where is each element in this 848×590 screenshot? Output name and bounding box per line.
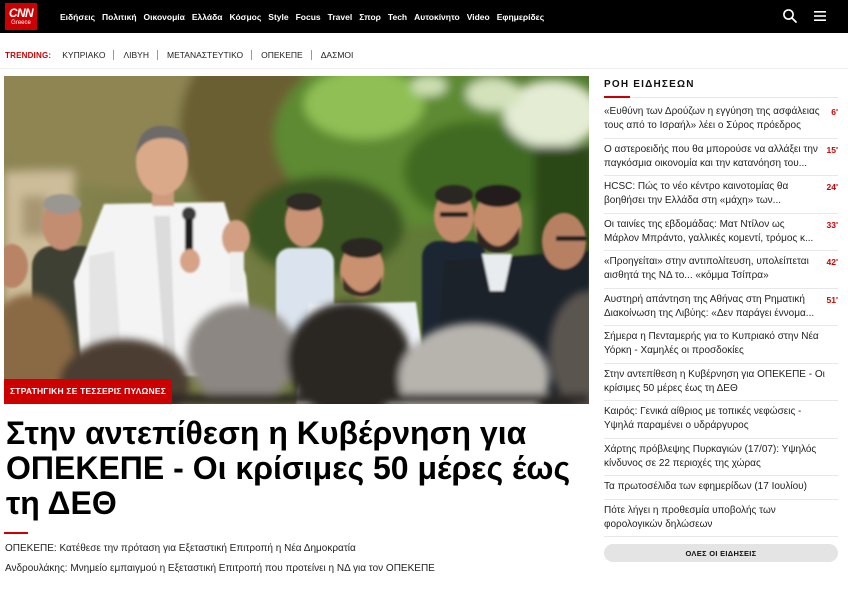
news-feed-item-title: Οι ταινίες της εβδομάδας: Ματ Ντίλον ως … xyxy=(604,218,814,244)
news-feed-item[interactable]: Χάρτης πρόβλεψης Πυρκαγιών (17/07): Υψηλ… xyxy=(604,439,838,476)
news-feed-item-title: Αυστηρή απάντηση της Αθήνας στη Ρηματική… xyxy=(604,293,815,319)
nav-item-video[interactable]: Video xyxy=(467,12,490,22)
menu-button[interactable] xyxy=(812,8,828,24)
headline-divider xyxy=(4,532,28,534)
all-news-button[interactable]: ΟΛΕΣ ΟΙ ΕΙΔΗΣΕΙΣ xyxy=(604,544,838,562)
news-feed-item-time: 24' xyxy=(826,182,838,192)
trending-label: TRENDING: xyxy=(5,50,52,60)
news-feed-item-title: «Προηγείται» στην αντιπολίτευση, υπολείπ… xyxy=(604,256,809,281)
related-articles: ΟΠΕΚΕΠΕ: Κατέθεσε την πρόταση για Εξετασ… xyxy=(4,539,589,579)
nav-item-sports[interactable]: Σπορ xyxy=(359,12,381,22)
trending-bar: TRENDING: ΚΥΠΡΙΑΚΟ ΛΙΒΥΗ ΜΕΤΑΝΑΣΤΕΥΤΙΚΟ … xyxy=(5,47,361,63)
news-feed-item-title: Σήμερα η Πενταμερής για το Κυπριακό στην… xyxy=(604,331,819,356)
news-feed-item[interactable]: Αυστηρή απάντηση της Αθήνας στη Ρηματική… xyxy=(604,289,838,326)
news-feed-title: ΡΟΗ ΕΙΔΗΣΕΩΝ xyxy=(604,79,695,90)
nav-item-world[interactable]: Κόσμος xyxy=(230,12,262,22)
news-feed-item-title: Τα πρωτοσέλιδα των εφημερίδων (17 Ιουλίο… xyxy=(604,481,807,492)
hero-headline[interactable]: Στην αντεπίθεση η Κυβέρνηση για ΟΠΕΚΕΠΕ … xyxy=(4,416,589,521)
news-feed-item[interactable]: Πότε λήγει η προθεσμία υποβολής των φορο… xyxy=(604,500,838,537)
news-feed-item[interactable]: «Προηγείται» στην αντιπολίτευση, υπολείπ… xyxy=(604,251,838,289)
main-nav: Ειδήσεις Πολιτική Οικονομία Ελλάδα Κόσμο… xyxy=(60,0,544,33)
search-button[interactable] xyxy=(782,8,798,24)
hero-image-link[interactable]: ΣΤΡΑΤΗΓΙΚΗ ΣΕ ΤΕΣΣΕΡΙΣ ΠΥΛΩΝΕΣ xyxy=(4,76,589,404)
trending-divider xyxy=(0,68,848,69)
news-feed-item-time: 42' xyxy=(826,257,838,267)
trending-item-opekepe[interactable]: ΟΠΕΚΕΠΕ xyxy=(251,50,311,60)
cnn-greece-logo[interactable]: CNN Greece xyxy=(5,3,37,30)
news-feed-item[interactable]: «Ευθύνη των Δρούζων η εγγύηση της ασφάλε… xyxy=(604,101,838,139)
news-feed-item-title: Καιρός: Γενικά αίθριος με τοπικές νεφώσε… xyxy=(604,406,802,431)
hamburger-menu-icon xyxy=(814,11,826,21)
nav-item-newspapers[interactable]: Εφημερίδες xyxy=(497,12,544,22)
news-feed-item-title: «Ευθύνη των Δρούζων η εγγύηση της ασφάλε… xyxy=(604,106,820,131)
nav-item-politics[interactable]: Πολιτική xyxy=(102,12,137,22)
search-icon xyxy=(783,9,797,23)
news-feed-item-time: 33' xyxy=(826,219,838,230)
nav-item-tech[interactable]: Tech xyxy=(388,12,407,22)
news-feed-item-title: Στην αντεπίθεση η Κυβέρνηση για ΟΠΕΚΕΠΕ … xyxy=(604,368,825,394)
title-accent-bar xyxy=(604,96,630,98)
nav-item-news[interactable]: Ειδήσεις xyxy=(60,12,95,22)
news-feed-title-underline xyxy=(604,96,838,98)
logo-text: CNN xyxy=(8,6,34,20)
nav-item-focus[interactable]: Focus xyxy=(296,12,321,22)
news-feed-item[interactable]: Οι ταινίες της εβδομάδας: Ματ Ντίλον ως … xyxy=(604,214,838,251)
logo-subtext: Greece xyxy=(11,20,31,26)
news-feed-item[interactable]: HCSC: Πώς το νέο κέντρο καινοτομίας θα β… xyxy=(604,176,838,214)
news-feed-item-title: HCSC: Πώς το νέο κέντρο καινοτομίας θα β… xyxy=(604,181,789,206)
trending-item-tariffs[interactable]: ΔΑΣΜΟΙ xyxy=(310,50,362,60)
top-navigation-bar: CNN Greece Ειδήσεις Πολιτική Οικονομία Ε… xyxy=(0,0,848,33)
trending-item-libya[interactable]: ΛΙΒΥΗ xyxy=(113,50,157,60)
news-feed-sidebar: ΡΟΗ ΕΙΔΗΣΕΩΝ «Ευθύνη των Δρούζων η εγγύη… xyxy=(604,76,838,576)
nav-item-style[interactable]: Style xyxy=(268,12,288,22)
news-feed-item[interactable]: Τα πρωτοσέλιδα των εφημερίδων (17 Ιουλίο… xyxy=(604,476,838,500)
trending-item-migration[interactable]: ΜΕΤΑΝΑΣΤΕΥΤΙΚΟ xyxy=(156,50,251,60)
news-feed-item[interactable]: Σήμερα η Πενταμερής για το Κυπριακό στην… xyxy=(604,326,838,364)
nav-item-auto[interactable]: Αυτοκίνητο xyxy=(414,12,460,22)
news-feed-item-time: 15' xyxy=(826,144,838,155)
main-article-column: ΣΤΡΑΤΗΓΙΚΗ ΣΕ ΤΕΣΣΕΡΙΣ ΠΥΛΩΝΕΣ Στην αντε… xyxy=(4,76,589,579)
trending-item-cyprus[interactable]: ΚΥΠΡΙΑΚΟ xyxy=(62,50,113,60)
hero-category-tag[interactable]: ΣΤΡΑΤΗΓΙΚΗ ΣΕ ΤΕΣΣΕΡΙΣ ΠΥΛΩΝΕΣ xyxy=(4,379,172,404)
news-feed-item-title: Χάρτης πρόβλεψης Πυρκαγιών (17/07): Υψηλ… xyxy=(604,443,817,469)
news-feed-item-title: Πότε λήγει η προθεσμία υποβολής των φορο… xyxy=(604,504,776,530)
nav-item-greece[interactable]: Ελλάδα xyxy=(192,12,223,22)
news-feed-list: «Ευθύνη των Δρούζων η εγγύηση της ασφάλε… xyxy=(604,101,838,537)
nav-item-travel[interactable]: Travel xyxy=(328,12,353,22)
news-feed-item-time: 6' xyxy=(831,107,838,117)
news-feed-item[interactable]: Καιρός: Γενικά αίθριος με τοπικές νεφώσε… xyxy=(604,401,838,439)
hero-photo xyxy=(4,76,589,404)
news-feed-item[interactable]: Ο αστεροειδής που θα μπορούσε να αλλάξει… xyxy=(604,139,838,176)
nav-item-economy[interactable]: Οικονομία xyxy=(144,12,185,22)
news-feed-item-time: 51' xyxy=(826,294,838,305)
news-feed-item[interactable]: Στην αντεπίθεση η Κυβέρνηση για ΟΠΕΚΕΠΕ … xyxy=(604,364,838,401)
news-feed-item-title: Ο αστεροειδής που θα μπορούσε να αλλάξει… xyxy=(604,143,818,169)
related-article-link[interactable]: ΟΠΕΚΕΠΕ: Κατέθεσε την πρόταση για Εξετασ… xyxy=(4,539,589,559)
related-article-link[interactable]: Ανδρουλάκης: Μνημείο εμπαιγμού η Εξεταστ… xyxy=(4,559,589,579)
